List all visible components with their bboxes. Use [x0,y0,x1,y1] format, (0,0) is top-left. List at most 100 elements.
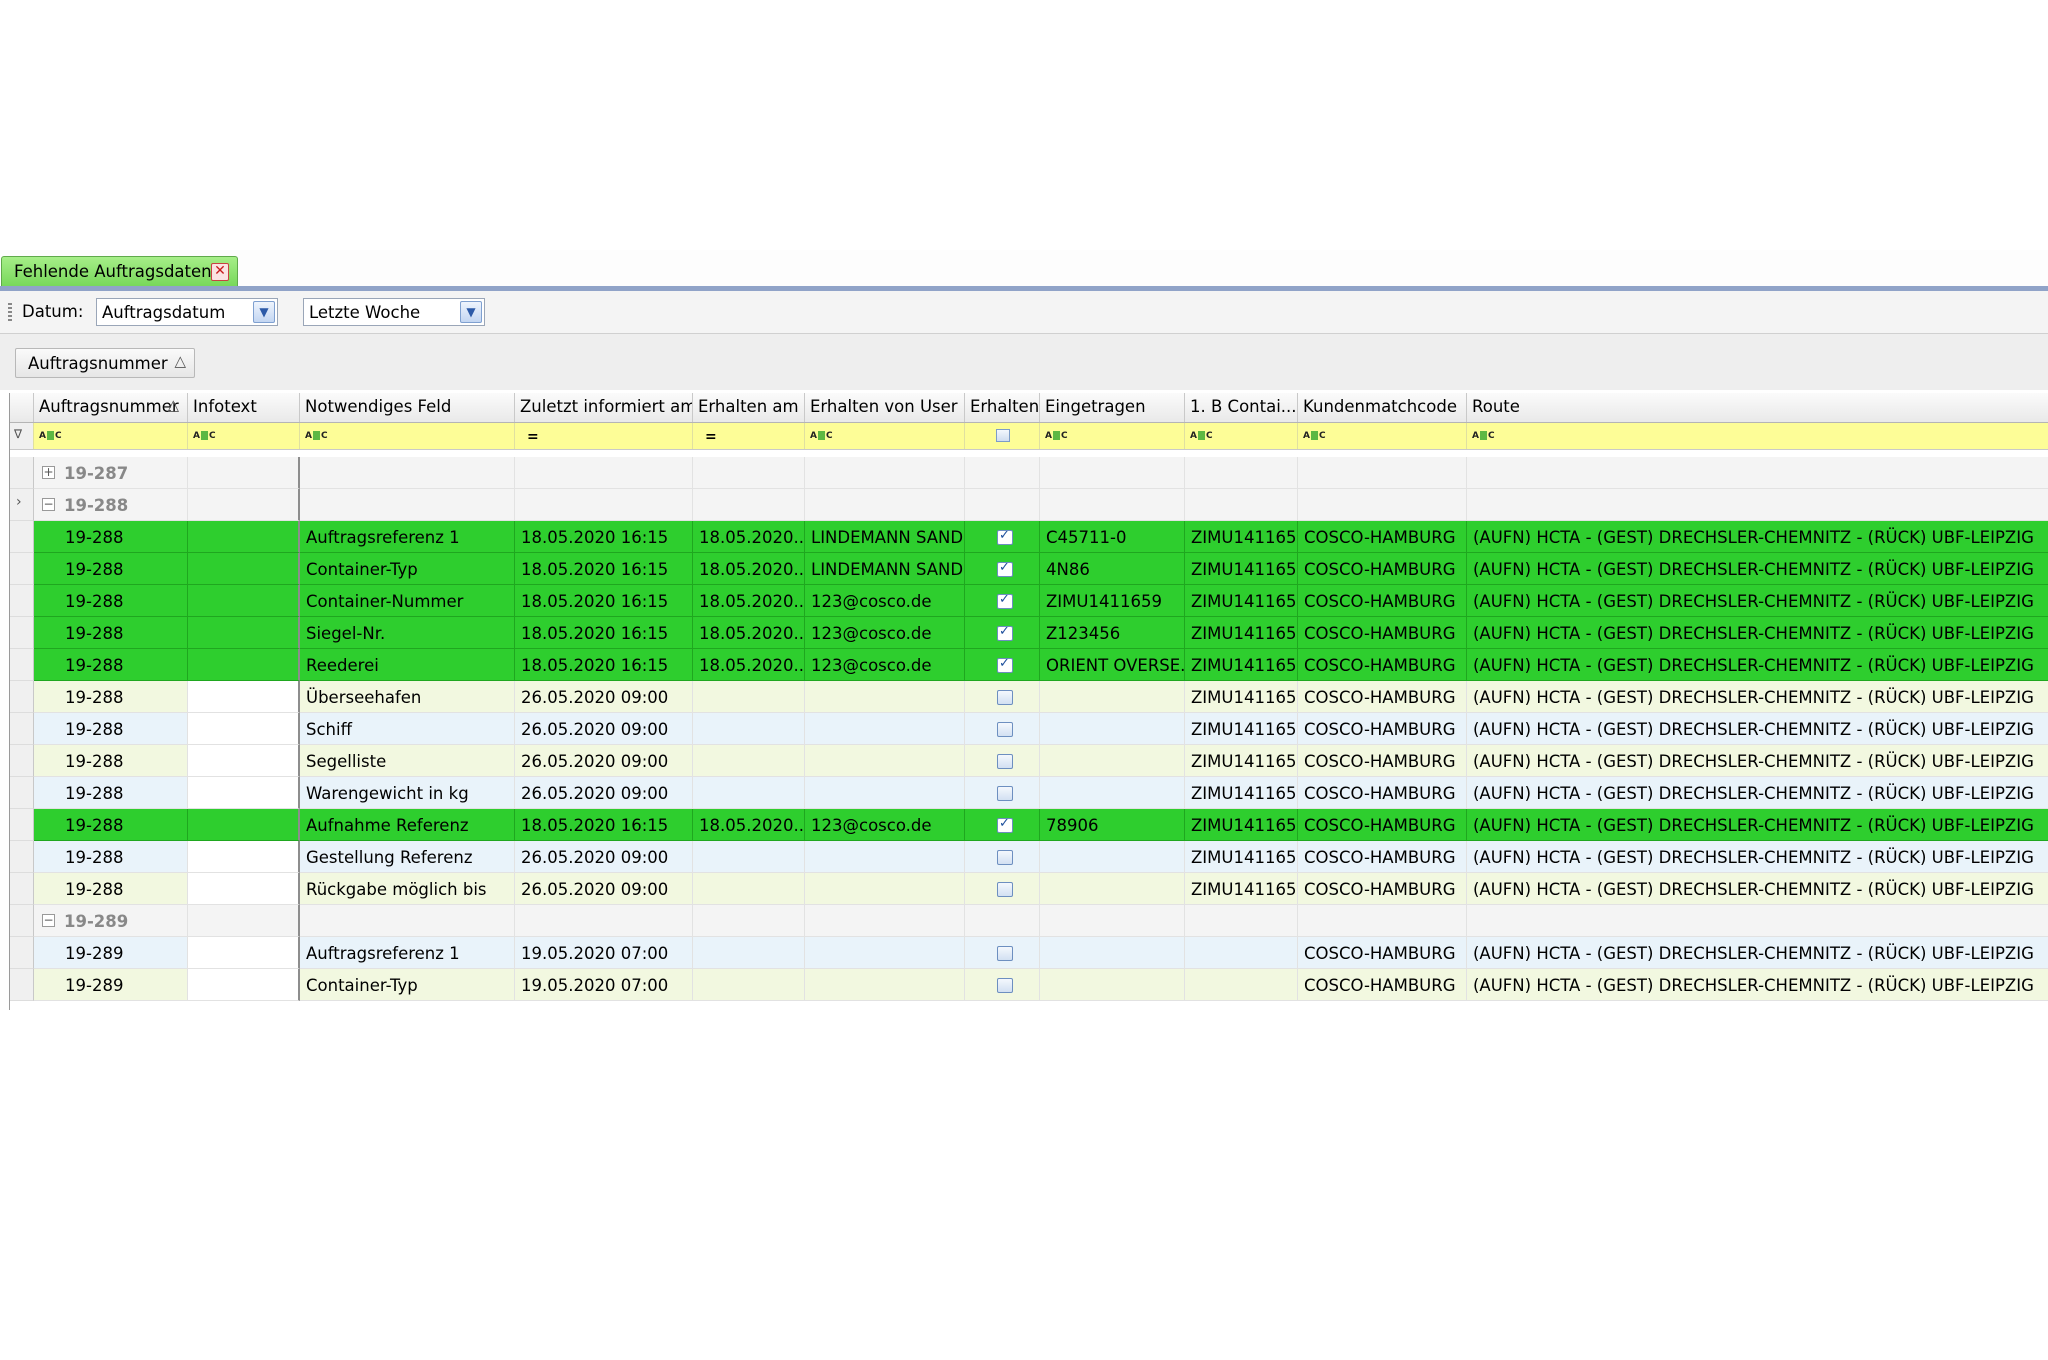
cell-zuletzt-informiert-am[interactable]: 26.05.2020 09:00 [515,777,693,809]
column-header-erhalten[interactable]: Erhalten [965,393,1040,422]
cell-route[interactable]: (AUFN) HCTA - (GEST) DRECHSLER-CHEMNITZ … [1467,937,2048,969]
cell-infotext[interactable] [188,873,300,905]
cell-zuletzt-informiert-am[interactable]: 26.05.2020 09:00 [515,713,693,745]
table-row[interactable]: 19-288 Siegel-Nr. 18.05.2020 16:15 18.05.20… [10,617,2048,649]
cell-1-b-contai[interactable]: ZIMU1411659 [1185,777,1298,809]
cell-notwendiges-feld[interactable]: Überseehafen [300,681,515,713]
cell-erhalten-am[interactable]: 18.05.2020... [693,649,805,681]
cell-erhalten-von-user[interactable] [805,777,965,809]
row-indicator[interactable] [10,745,34,777]
erhalten-checkbox[interactable] [997,624,1013,641]
column-header-erhalten-am[interactable]: Erhalten am [693,393,805,422]
cell-1-b-contai[interactable]: ZIMU1411659 [1185,585,1298,617]
cell-auftragsnummer[interactable]: 19-289 [34,937,188,969]
cell-erhalten-am[interactable]: 18.05.2020... [693,617,805,649]
cell-eingetragen[interactable] [1040,873,1185,905]
table-row[interactable]: 19-289 Auftragsreferenz 1 19.05.2020 07:00… [10,937,2048,969]
cell-kundenmatchcode[interactable]: COSCO-HAMBURG [1298,649,1467,681]
column-header-1-b-contai[interactable]: 1. B Contai... [1185,393,1298,422]
cell-infotext[interactable] [188,969,300,1001]
filter-cell-notwendiges-feld[interactable]: AC [300,423,515,449]
table-row[interactable]: 19-288 Rückgabe möglich bis 26.05.2020 09:… [10,873,2048,905]
filter-cell-kundenmatchcode[interactable]: AC [1298,423,1467,449]
row-indicator[interactable] [10,809,34,841]
column-header-notwendiges-feld[interactable]: Notwendiges Feld [300,393,515,422]
row-indicator[interactable] [10,841,34,873]
cell-auftragsnummer[interactable]: 19-288 [34,585,188,617]
cell-erhalten-am[interactable]: 18.05.2020... [693,809,805,841]
table-row[interactable]: 19-288 Reederei 18.05.2020 16:15 18.05.2020… [10,649,2048,681]
cell-route[interactable]: (AUFN) HCTA - (GEST) DRECHSLER-CHEMNITZ … [1467,969,2048,1001]
erhalten-checkbox[interactable] [997,850,1013,865]
erhalten-checkbox[interactable] [997,592,1013,609]
cell-kundenmatchcode[interactable]: COSCO-HAMBURG [1298,937,1467,969]
cell-1-b-contai[interactable]: ZIMU1411659 [1185,809,1298,841]
cell-erhalten-von-user[interactable] [805,969,965,1001]
cell-kundenmatchcode[interactable]: COSCO-HAMBURG [1298,681,1467,713]
row-indicator[interactable] [10,521,34,553]
cell-auftragsnummer[interactable]: 19-288 [34,873,188,905]
cell-erhalten-von-user[interactable] [805,681,965,713]
cell-1-b-contai[interactable]: ZIMU1411659 [1185,649,1298,681]
cell-infotext[interactable] [188,617,300,649]
cell-eingetragen[interactable] [1040,841,1185,873]
cell-1-b-contai[interactable]: ZIMU1411659 [1185,521,1298,553]
cell-erhalten-von-user[interactable] [805,873,965,905]
cell-eingetragen[interactable]: Z123456 [1040,617,1185,649]
cell-kundenmatchcode[interactable]: COSCO-HAMBURG [1298,713,1467,745]
date-field-select[interactable]: Auftragsdatum ▼ [96,298,278,326]
cell-infotext[interactable] [188,809,300,841]
tab-fehlende-auftragsdaten[interactable]: Fehlende Auftragsdaten ✕ [1,256,238,286]
cell-kundenmatchcode[interactable]: COSCO-HAMBURG [1298,777,1467,809]
cell-auftragsnummer[interactable]: 19-288 [34,681,188,713]
cell-1-b-contai[interactable] [1185,969,1298,1001]
cell-erhalten-am[interactable] [693,745,805,777]
cell-notwendiges-feld[interactable]: Reederei [300,649,515,681]
group-by-chip-auftragsnummer[interactable]: Auftragsnummer △ [15,348,195,378]
cell-infotext[interactable] [188,937,300,969]
cell-zuletzt-informiert-am[interactable]: 18.05.2020 16:15 [515,553,693,585]
cell-route[interactable]: (AUFN) HCTA - (GEST) DRECHSLER-CHEMNITZ … [1467,617,2048,649]
cell-route[interactable]: (AUFN) HCTA - (GEST) DRECHSLER-CHEMNITZ … [1467,841,2048,873]
cell-1-b-contai[interactable]: ZIMU1411659 [1185,713,1298,745]
cell-erhalten-am[interactable] [693,937,805,969]
cell-infotext[interactable] [188,681,300,713]
cell-auftragsnummer[interactable]: 19-288 [34,777,188,809]
cell-route[interactable]: (AUFN) HCTA - (GEST) DRECHSLER-CHEMNITZ … [1467,521,2048,553]
cell-kundenmatchcode[interactable]: COSCO-HAMBURG [1298,585,1467,617]
cell-infotext[interactable] [188,553,300,585]
cell-route[interactable]: (AUFN) HCTA - (GEST) DRECHSLER-CHEMNITZ … [1467,809,2048,841]
cell-zuletzt-informiert-am[interactable]: 26.05.2020 09:00 [515,681,693,713]
cell-notwendiges-feld[interactable]: Siegel-Nr. [300,617,515,649]
cell-eingetragen[interactable]: 78906 [1040,809,1185,841]
row-indicator[interactable] [10,553,34,585]
cell-infotext[interactable] [188,649,300,681]
cell-eingetragen[interactable]: ZIMU1411659 [1040,585,1185,617]
cell-infotext[interactable] [188,585,300,617]
table-row[interactable]: 19-288 Segelliste 26.05.2020 09:00 ZIMU1411… [10,745,2048,777]
cell-1-b-contai[interactable] [1185,937,1298,969]
close-icon[interactable]: ✕ [211,263,229,281]
collapse-icon[interactable]: − [42,914,55,927]
cell-eingetragen[interactable] [1040,777,1185,809]
row-indicator[interactable] [10,649,34,681]
erhalten-checkbox[interactable] [997,946,1013,961]
row-indicator[interactable]: › [10,489,34,521]
cell-zuletzt-informiert-am[interactable]: 26.05.2020 09:00 [515,745,693,777]
filter-cell-auftragsnummer[interactable]: AC [34,423,188,449]
cell-notwendiges-feld[interactable]: Aufnahme Referenz [300,809,515,841]
cell-route[interactable]: (AUFN) HCTA - (GEST) DRECHSLER-CHEMNITZ … [1467,777,2048,809]
cell-kundenmatchcode[interactable]: COSCO-HAMBURG [1298,809,1467,841]
filter-funnel-icon[interactable]: ∇ [14,427,22,441]
cell-erhalten-von-user[interactable]: LINDEMANN SAND... [805,553,965,585]
filter-cell-route[interactable]: AC [1467,423,2048,449]
table-row[interactable]: 19-288 Auftragsreferenz 1 18.05.2020 16:15… [10,521,2048,553]
chevron-down-icon[interactable]: ▼ [460,301,482,323]
cell-auftragsnummer[interactable]: 19-288 [34,809,188,841]
table-row[interactable]: 19-288 Warengewicht in kg 26.05.2020 09:00… [10,777,2048,809]
chevron-down-icon[interactable]: ▼ [253,301,275,323]
table-row[interactable]: 19-288 Gestellung Referenz 26.05.2020 09:0… [10,841,2048,873]
cell-kundenmatchcode[interactable]: COSCO-HAMBURG [1298,873,1467,905]
cell-auftragsnummer[interactable]: 19-288 [34,713,188,745]
cell-eingetragen[interactable]: C45711-0 [1040,521,1185,553]
